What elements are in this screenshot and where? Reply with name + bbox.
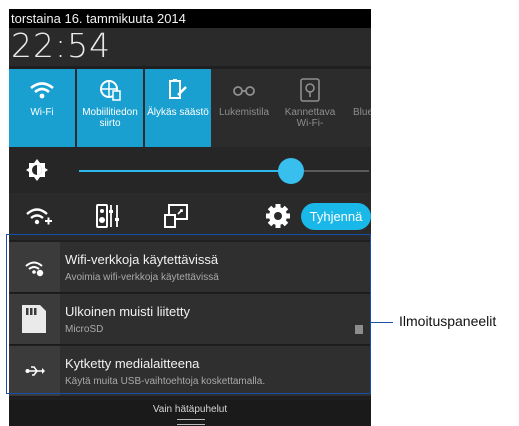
drag-handle[interactable] (177, 419, 205, 425)
mobile-data-icon (100, 80, 121, 101)
gear-icon[interactable] (263, 201, 293, 231)
qs-tile-label: Lukemistila (218, 107, 270, 118)
qs-tile-label: Kannettava Wi-Fi- (284, 107, 336, 129)
qs-tile-smart-saving[interactable]: Älykäs säästö (145, 69, 211, 147)
callout-line (371, 322, 393, 323)
wifi-settings-icon[interactable] (23, 201, 53, 231)
callout-label: Ilmoituspaneelit (399, 313, 497, 329)
qs-tile-label: Blue (353, 107, 371, 118)
clock-row: 22:54 (9, 26, 371, 66)
qs-tile-label: Wi-Fi (30, 107, 54, 118)
audio-equalizer-icon[interactable] (93, 201, 123, 231)
date-text: torstaina 16. tammikuuta 2014 (11, 11, 186, 26)
portable-hotspot-icon (300, 78, 320, 102)
qs-tile-label: Mobiilitiedon siirto (82, 107, 138, 129)
clear-button[interactable]: Tyhjennä (301, 203, 371, 230)
notification-panels-highlight (6, 234, 371, 394)
brightness-slider[interactable] (79, 158, 369, 184)
screen-cast-icon[interactable] (161, 201, 191, 231)
qs-tile-bluetooth[interactable]: Blue (343, 69, 371, 147)
qs-tile-wifi[interactable]: Wi-Fi (9, 69, 75, 147)
qs-tile-reading-mode[interactable]: Lukemistila (211, 69, 277, 147)
brightness-row (9, 147, 371, 193)
qs-tile-label: Älykäs säästö (147, 107, 209, 118)
brightness-slider-thumb[interactable] (277, 158, 304, 184)
bottom-bar: Vain hätäpuhelut (9, 400, 371, 426)
clock-time: 22:54 (11, 26, 112, 65)
brightness-icon[interactable] (26, 158, 48, 182)
qs-tile-portable-hotspot[interactable]: Kannettava Wi-Fi- (277, 69, 343, 147)
quick-settings-row: Wi-Fi Mobiilitiedon siirto Älykäs säästö (9, 69, 371, 147)
brightness-slider-fill (79, 170, 291, 172)
reading-mode-icon (233, 86, 255, 96)
emergency-calls-text: Vain hätäpuhelut (152, 404, 228, 415)
qs-tile-mobile-data[interactable]: Mobiilitiedon siirto (77, 69, 143, 147)
bluetooth-icon (343, 77, 371, 103)
tools-row: Tyhjennä (9, 193, 371, 240)
wifi-icon (30, 82, 54, 99)
smart-saving-icon (169, 79, 187, 99)
